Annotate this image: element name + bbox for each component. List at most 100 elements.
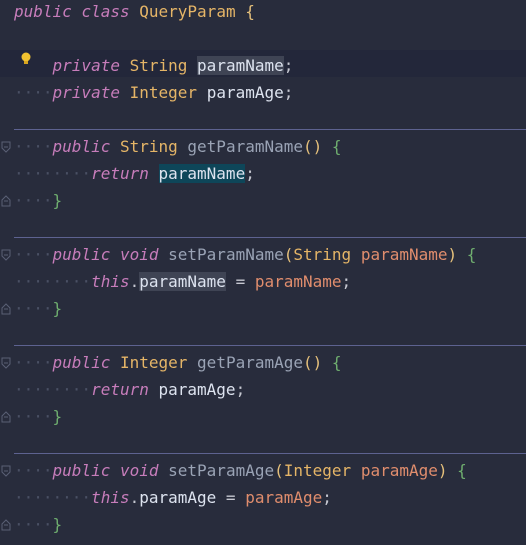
indent-whitespace: ···· bbox=[14, 353, 53, 372]
indent-whitespace: ···· bbox=[14, 299, 53, 318]
code-token: paramName bbox=[197, 56, 284, 75]
code-line[interactable]: ····} bbox=[14, 511, 62, 538]
code-token: } bbox=[52, 407, 63, 426]
indent-whitespace: ···· bbox=[14, 191, 53, 210]
code-token: { bbox=[331, 353, 342, 372]
code-token: = bbox=[216, 488, 246, 507]
method-separator bbox=[14, 453, 526, 454]
method-separator bbox=[14, 129, 526, 130]
fold-marker-icon[interactable] bbox=[1, 195, 11, 207]
code-token: String bbox=[129, 56, 188, 75]
code-line[interactable]: ····} bbox=[14, 187, 62, 214]
fold-marker-icon[interactable] bbox=[1, 519, 11, 531]
code-token: { bbox=[457, 461, 467, 480]
code-token: void bbox=[119, 461, 159, 480]
code-token: { bbox=[245, 2, 255, 21]
code-token: public bbox=[52, 461, 111, 480]
code-token: paramAge bbox=[245, 488, 323, 507]
code-token: } bbox=[52, 515, 63, 534]
code-token: class bbox=[81, 2, 130, 21]
code-token: () bbox=[303, 353, 323, 372]
code-line[interactable]: ····private Integer paramAge; bbox=[14, 79, 293, 106]
indent-whitespace: ········ bbox=[14, 488, 92, 507]
code-line[interactable]: public class QueryParam { bbox=[14, 0, 255, 25]
code-token: ; bbox=[245, 164, 255, 183]
code-line[interactable]: ········this.paramName = paramName; bbox=[14, 268, 351, 295]
indent-whitespace: ········ bbox=[14, 380, 92, 399]
code-token: public bbox=[14, 2, 72, 21]
indent-whitespace: ···· bbox=[14, 515, 53, 534]
code-token: this bbox=[91, 488, 130, 507]
code-line[interactable]: ····} bbox=[14, 403, 62, 430]
code-token: } bbox=[52, 299, 63, 318]
code-line[interactable]: ····public Integer getParamAge() { bbox=[14, 349, 342, 376]
code-token: paramName bbox=[254, 272, 342, 291]
code-token: ; bbox=[322, 488, 332, 507]
code-token: return bbox=[91, 380, 149, 399]
code-token: ; bbox=[341, 272, 352, 291]
code-token: { bbox=[466, 245, 477, 264]
code-line[interactable]: ····} bbox=[14, 295, 62, 322]
code-editor[interactable]: public class QueryParam { private String… bbox=[0, 0, 526, 545]
code-token: . bbox=[129, 488, 140, 507]
code-token: ( bbox=[283, 245, 294, 264]
code-line[interactable]: ····public void setParamName(String para… bbox=[14, 241, 476, 268]
code-token: . bbox=[129, 272, 140, 291]
code-token: getParamAge bbox=[197, 353, 304, 372]
code-line[interactable]: ····public String getParamName() { bbox=[14, 133, 342, 160]
code-line[interactable]: ········return paramName; bbox=[14, 160, 255, 187]
code-token: ; bbox=[283, 83, 294, 102]
code-line[interactable]: ········return paramAge; bbox=[14, 376, 245, 403]
code-token: paramAge bbox=[139, 488, 217, 507]
code-token: { bbox=[331, 137, 342, 156]
code-line[interactable]: private String paramName; bbox=[14, 52, 293, 79]
code-token: public bbox=[52, 353, 111, 372]
code-token: ) bbox=[447, 245, 458, 264]
code-token: paramAge bbox=[206, 83, 284, 102]
code-line[interactable]: ········this.paramAge = paramAge; bbox=[14, 484, 332, 511]
fold-marker-icon[interactable] bbox=[1, 357, 11, 369]
fold-marker-icon[interactable] bbox=[1, 411, 11, 423]
code-token: paramName bbox=[139, 272, 226, 291]
code-line[interactable]: ····public void setParamAge(Integer para… bbox=[14, 457, 467, 484]
indent-whitespace: ···· bbox=[14, 407, 53, 426]
code-token: QueryParam bbox=[139, 2, 236, 21]
code-token: setParamAge bbox=[168, 461, 275, 480]
code-token: Integer bbox=[119, 353, 188, 372]
indent-whitespace: ···· bbox=[14, 137, 53, 156]
fold-marker-icon[interactable] bbox=[1, 465, 11, 477]
method-separator bbox=[14, 237, 526, 238]
code-token: String bbox=[293, 245, 352, 264]
indent-whitespace: ········ bbox=[14, 272, 92, 291]
fold-marker-icon[interactable] bbox=[1, 141, 11, 153]
fold-marker-icon[interactable] bbox=[1, 249, 11, 261]
code-token: ( bbox=[274, 461, 284, 480]
fold-marker-icon[interactable] bbox=[1, 303, 11, 315]
code-token: ; bbox=[283, 56, 294, 75]
code-token: private bbox=[52, 56, 120, 75]
indent-whitespace: ········ bbox=[14, 164, 92, 183]
code-token: this bbox=[91, 272, 130, 291]
code-token: private bbox=[52, 83, 120, 102]
